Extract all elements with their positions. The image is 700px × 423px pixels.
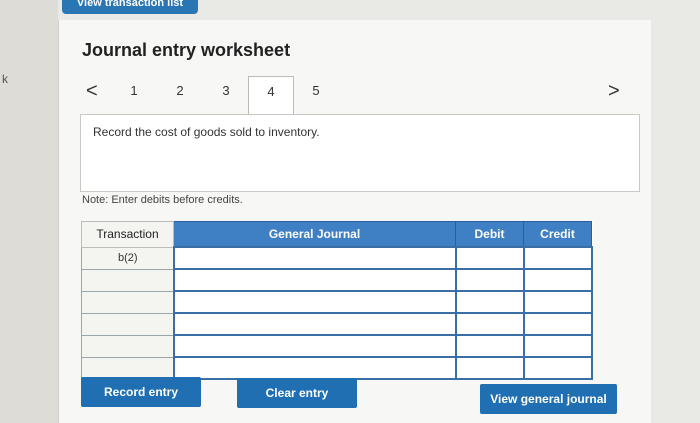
view-general-journal-button[interactable]: View general journal xyxy=(480,384,617,414)
column-header-general-journal: General Journal xyxy=(173,221,456,248)
prev-arrow-icon[interactable]: < xyxy=(86,80,98,103)
credit-field[interactable] xyxy=(522,246,593,270)
transaction-cell xyxy=(81,268,174,292)
credit-field[interactable] xyxy=(522,356,593,380)
account-field[interactable] xyxy=(172,290,457,314)
account-field[interactable] xyxy=(172,334,457,358)
table-row xyxy=(81,312,593,336)
account-field[interactable] xyxy=(172,312,457,336)
table-row xyxy=(81,290,593,314)
table-row xyxy=(81,268,593,292)
tab-3[interactable]: 3 xyxy=(204,76,248,114)
tab-4[interactable]: 4 xyxy=(248,76,294,115)
tab-2[interactable]: 2 xyxy=(158,76,202,114)
note-text: Note: Enter debits before credits. xyxy=(82,194,243,206)
transaction-cell xyxy=(81,334,174,358)
debit-field[interactable] xyxy=(454,356,525,380)
record-entry-button[interactable]: Record entry xyxy=(81,377,201,407)
debit-field[interactable] xyxy=(454,334,525,358)
table-row xyxy=(81,334,593,358)
background-edge: k xyxy=(0,0,58,423)
column-header-transaction: Transaction xyxy=(81,221,174,248)
table-row: b(2) xyxy=(81,246,593,270)
clear-entry-button[interactable]: Clear entry xyxy=(237,378,357,408)
edge-glyph: k xyxy=(2,72,8,86)
debit-field[interactable] xyxy=(454,246,525,270)
credit-field[interactable] xyxy=(522,334,593,358)
transaction-cell xyxy=(81,356,174,380)
column-header-credit: Credit xyxy=(523,221,592,248)
table-row xyxy=(81,356,593,380)
next-arrow-icon[interactable]: > xyxy=(608,80,620,103)
debit-field[interactable] xyxy=(454,268,525,292)
transaction-cell xyxy=(81,312,174,336)
transaction-cell: b(2) xyxy=(81,246,174,270)
debit-field[interactable] xyxy=(454,290,525,314)
credit-field[interactable] xyxy=(522,268,593,292)
transaction-cell xyxy=(81,290,174,314)
column-header-debit: Debit xyxy=(455,221,524,248)
tab-1[interactable]: 1 xyxy=(112,76,156,114)
credit-field[interactable] xyxy=(522,290,593,314)
view-transaction-list-button[interactable]: View transaction list xyxy=(62,0,198,14)
tab-bar: < 1 2 3 4 5 > xyxy=(80,76,640,115)
credit-field[interactable] xyxy=(522,312,593,336)
account-field[interactable] xyxy=(172,356,457,380)
tab-5[interactable]: 5 xyxy=(294,76,338,114)
page-title: Journal entry worksheet xyxy=(82,40,291,60)
journal-table: Transaction General Journal Debit Credit… xyxy=(81,221,593,380)
account-field[interactable] xyxy=(172,268,457,292)
instruction-text: Record the cost of goods sold to invento… xyxy=(93,125,320,139)
debit-field[interactable] xyxy=(454,312,525,336)
account-field[interactable] xyxy=(172,246,457,270)
